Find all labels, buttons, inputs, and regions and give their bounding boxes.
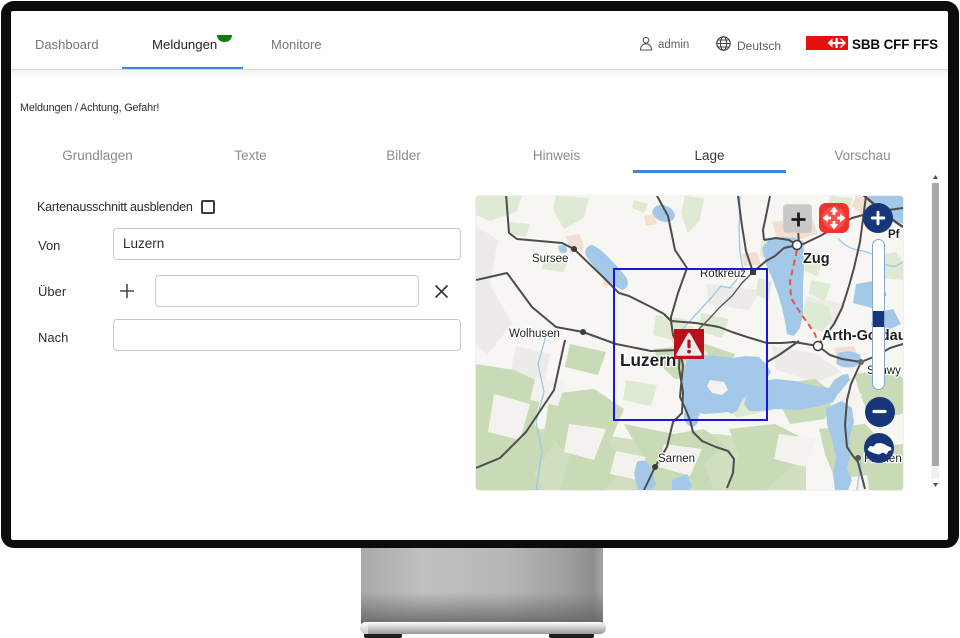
- svg-text:Arth-Goldau: Arth-Goldau: [822, 328, 903, 344]
- svg-text:Sursee: Sursee: [532, 253, 568, 265]
- svg-text:Luzern: Luzern: [620, 350, 676, 370]
- svg-text:Zug: Zug: [803, 251, 830, 267]
- svg-text:Wolhusen: Wolhusen: [509, 328, 560, 340]
- svg-text:Sarnen: Sarnen: [658, 453, 695, 465]
